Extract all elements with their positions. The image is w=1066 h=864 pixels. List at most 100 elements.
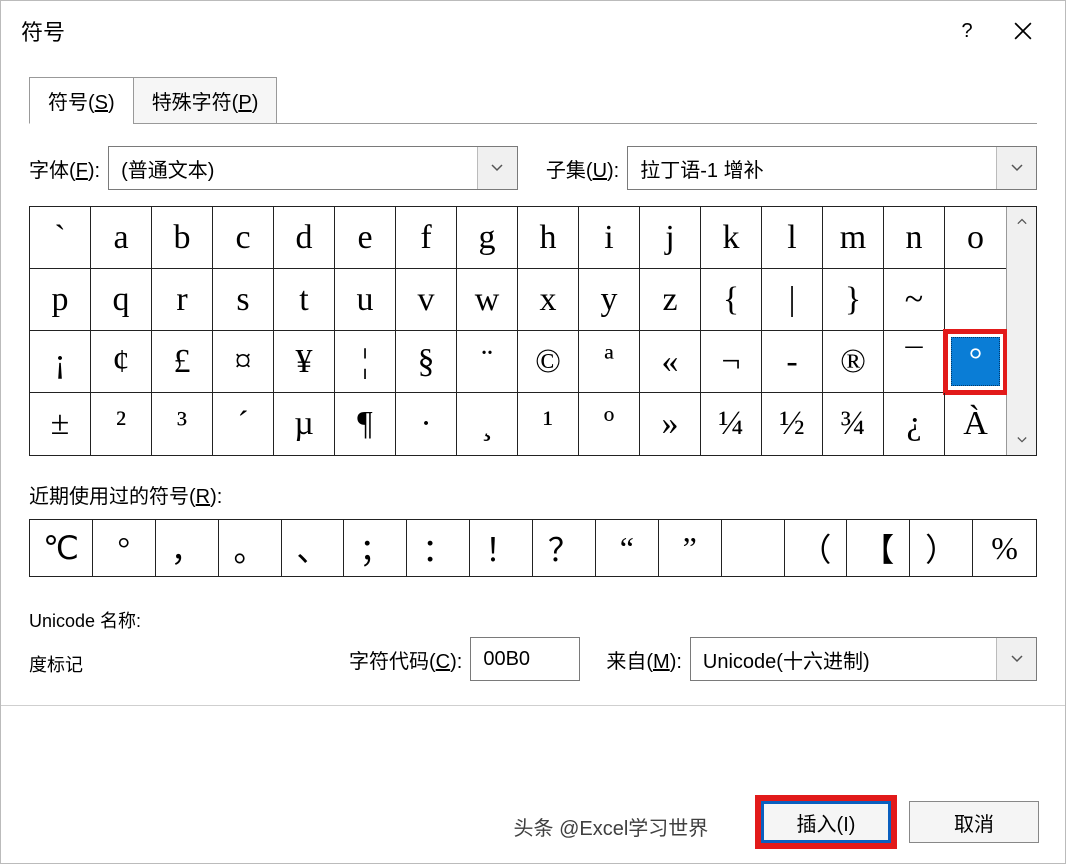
symbol-cell[interactable]: } bbox=[823, 269, 884, 331]
symbol-cell[interactable]: - bbox=[762, 331, 823, 393]
symbol-cell[interactable]: ¢ bbox=[91, 331, 152, 393]
symbol-cell[interactable]: ¨ bbox=[457, 331, 518, 393]
symbol-cell[interactable]: g bbox=[457, 207, 518, 269]
recent-symbol-cell[interactable]: ： bbox=[407, 520, 470, 576]
symbol-cell[interactable]: ¾ bbox=[823, 393, 884, 455]
symbol-cell[interactable]: p bbox=[30, 269, 91, 331]
symbol-cell[interactable]: ª bbox=[579, 331, 640, 393]
symbol-cell[interactable]: y bbox=[579, 269, 640, 331]
symbol-cell[interactable]: v bbox=[396, 269, 457, 331]
symbol-cell[interactable]: m bbox=[823, 207, 884, 269]
recent-symbol-cell[interactable]: （ bbox=[785, 520, 848, 576]
symbol-cell[interactable]: k bbox=[701, 207, 762, 269]
recent-symbol-cell[interactable]: ； bbox=[344, 520, 407, 576]
symbol-cell[interactable]: · bbox=[396, 393, 457, 455]
symbol-cell[interactable]: © bbox=[518, 331, 579, 393]
symbol-cell[interactable]: ¬ bbox=[701, 331, 762, 393]
symbol-cell[interactable]: ° bbox=[945, 331, 1006, 393]
recent-symbol-cell[interactable]: 。 bbox=[219, 520, 282, 576]
symbol-cell[interactable]: z bbox=[640, 269, 701, 331]
symbol-cell[interactable]: l bbox=[762, 207, 823, 269]
symbol-cell[interactable] bbox=[945, 269, 1006, 331]
symbol-cell[interactable]: º bbox=[579, 393, 640, 455]
symbol-cell[interactable]: u bbox=[335, 269, 396, 331]
insert-button[interactable]: 插入(I) bbox=[761, 801, 891, 843]
symbol-cell[interactable]: § bbox=[396, 331, 457, 393]
scrollbar[interactable] bbox=[1006, 207, 1036, 455]
scroll-down-button[interactable] bbox=[1007, 425, 1036, 455]
symbol-cell[interactable]: ¦ bbox=[335, 331, 396, 393]
symbol-cell[interactable]: ¤ bbox=[213, 331, 274, 393]
symbol-cell[interactable]: ´ bbox=[213, 393, 274, 455]
symbol-cell[interactable]: ¿ bbox=[884, 393, 945, 455]
symbol-cell[interactable]: ± bbox=[30, 393, 91, 455]
symbol-cell[interactable]: ¶ bbox=[335, 393, 396, 455]
symbol-cell[interactable]: ½ bbox=[762, 393, 823, 455]
symbol-cell[interactable]: w bbox=[457, 269, 518, 331]
symbol-cell[interactable]: n bbox=[884, 207, 945, 269]
help-button[interactable]: ? bbox=[939, 9, 995, 53]
scrollbar-track[interactable] bbox=[1007, 237, 1036, 425]
recent-symbol-cell[interactable]: ° bbox=[93, 520, 156, 576]
symbol-cell[interactable]: b bbox=[152, 207, 213, 269]
font-value: (普通文本) bbox=[109, 154, 477, 183]
symbol-cell[interactable]: e bbox=[335, 207, 396, 269]
symbol-cell[interactable]: À bbox=[945, 393, 1006, 455]
symbol-cell[interactable]: ` bbox=[30, 207, 91, 269]
symbol-cell[interactable]: ³ bbox=[152, 393, 213, 455]
separator bbox=[1, 705, 1065, 706]
symbol-cell[interactable]: h bbox=[518, 207, 579, 269]
tab-special-characters[interactable]: 特殊字符(P) bbox=[133, 77, 278, 124]
symbol-cell[interactable]: µ bbox=[274, 393, 335, 455]
symbol-cell[interactable]: o bbox=[945, 207, 1006, 269]
close-button[interactable] bbox=[995, 9, 1051, 53]
symbol-cell[interactable]: d bbox=[274, 207, 335, 269]
symbol-cell[interactable]: ¹ bbox=[518, 393, 579, 455]
recent-symbol-cell[interactable] bbox=[722, 520, 785, 576]
tab-symbols[interactable]: 符号(S) bbox=[29, 77, 134, 124]
symbol-cell[interactable]: r bbox=[152, 269, 213, 331]
recent-symbol-cell[interactable]: ， bbox=[156, 520, 219, 576]
subset-combo[interactable]: 拉丁语-1 增补 bbox=[627, 146, 1037, 190]
symbol-cell[interactable]: j bbox=[640, 207, 701, 269]
symbol-cell[interactable]: t bbox=[274, 269, 335, 331]
symbol-cell[interactable]: £ bbox=[152, 331, 213, 393]
from-combo[interactable]: Unicode(十六进制) bbox=[690, 637, 1037, 681]
from-value: Unicode(十六进制) bbox=[691, 645, 996, 674]
symbol-cell[interactable]: ¡ bbox=[30, 331, 91, 393]
recent-symbol-cell[interactable]: ℃ bbox=[30, 520, 93, 576]
recent-symbol-cell[interactable]: % bbox=[973, 520, 1036, 576]
symbol-cell[interactable]: ® bbox=[823, 331, 884, 393]
recent-symbol-cell[interactable]: ！ bbox=[470, 520, 533, 576]
symbol-cell[interactable]: c bbox=[213, 207, 274, 269]
char-code-input[interactable] bbox=[470, 637, 580, 681]
symbol-cell[interactable]: ² bbox=[91, 393, 152, 455]
symbol-cell[interactable]: i bbox=[579, 207, 640, 269]
symbol-cell[interactable]: { bbox=[701, 269, 762, 331]
symbol-cell[interactable]: « bbox=[640, 331, 701, 393]
symbol-cell[interactable]: f bbox=[396, 207, 457, 269]
symbol-cell[interactable]: s bbox=[213, 269, 274, 331]
font-combo[interactable]: (普通文本) bbox=[108, 146, 518, 190]
symbol-cell[interactable]: ¼ bbox=[701, 393, 762, 455]
cancel-button[interactable]: 取消 bbox=[909, 801, 1039, 843]
symbol-cell[interactable]: ¸ bbox=[457, 393, 518, 455]
scroll-up-button[interactable] bbox=[1007, 207, 1036, 237]
symbol-cell[interactable]: ¥ bbox=[274, 331, 335, 393]
symbol-cell[interactable]: q bbox=[91, 269, 152, 331]
recent-symbol-cell[interactable]: “ bbox=[596, 520, 659, 576]
symbol-cell[interactable]: ~ bbox=[884, 269, 945, 331]
unicode-name-block: Unicode 名称: 度标记 bbox=[29, 607, 349, 677]
recent-symbol-cell[interactable]: 、 bbox=[282, 520, 345, 576]
dialog-title: 符号 bbox=[21, 15, 939, 47]
recent-symbol-cell[interactable]: ？ bbox=[533, 520, 596, 576]
char-code-label: 字符代码(C): bbox=[349, 645, 462, 674]
recent-symbol-cell[interactable]: ） bbox=[910, 520, 973, 576]
recent-symbol-cell[interactable]: 【 bbox=[847, 520, 910, 576]
symbol-cell[interactable]: x bbox=[518, 269, 579, 331]
symbol-cell[interactable]: | bbox=[762, 269, 823, 331]
symbol-cell[interactable]: ¯ bbox=[884, 331, 945, 393]
symbol-cell[interactable]: » bbox=[640, 393, 701, 455]
recent-symbol-cell[interactable]: ” bbox=[659, 520, 722, 576]
symbol-cell[interactable]: a bbox=[91, 207, 152, 269]
